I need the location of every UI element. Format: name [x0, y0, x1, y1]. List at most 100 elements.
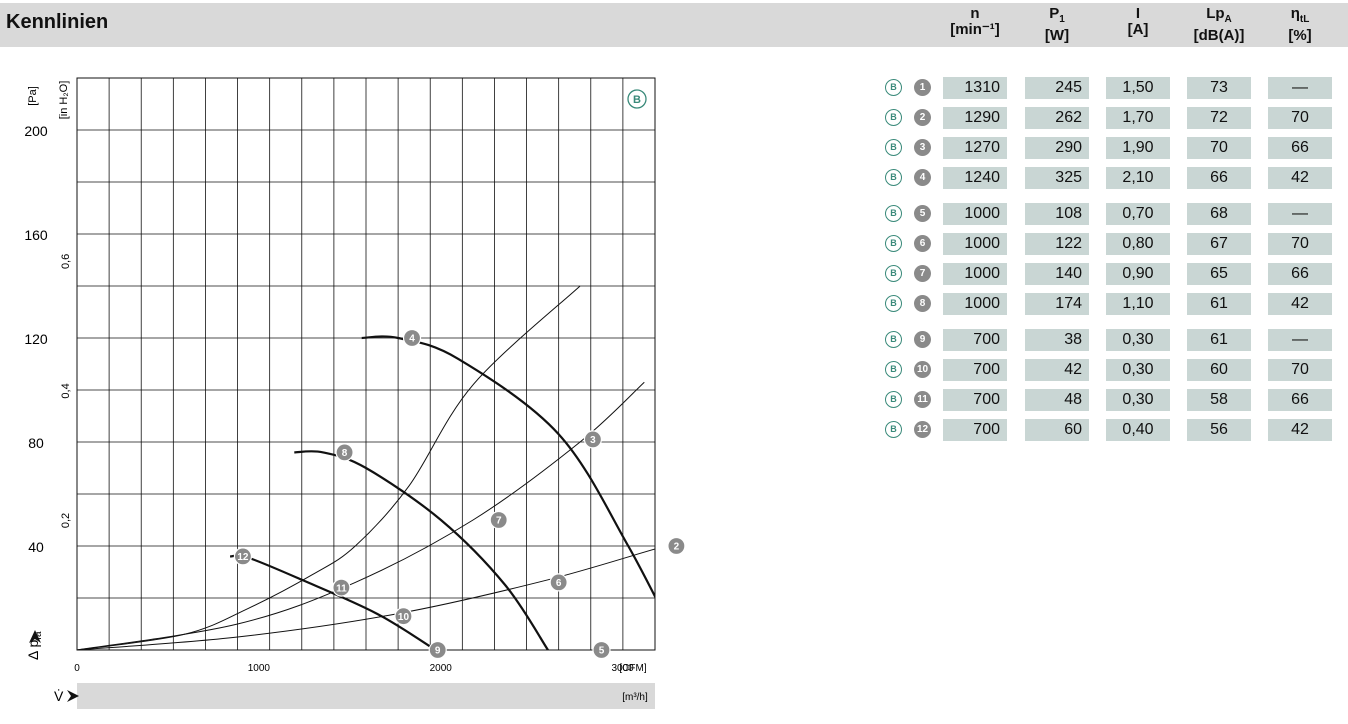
- curve-badge-icon: B: [885, 109, 902, 126]
- table-cell-lpa: 65: [1187, 263, 1251, 285]
- x-cfm-tick: 0: [74, 663, 80, 674]
- table-cell-n: 700: [943, 419, 1007, 441]
- point-number-badge: 7: [914, 265, 931, 282]
- table-cell-n: 700: [943, 329, 1007, 351]
- x-m3h-unit: [m³/h]: [622, 692, 648, 703]
- operating-point-11: 11: [332, 578, 351, 597]
- x-m3h-band: [77, 683, 655, 709]
- table-cell-n: 1240: [943, 167, 1007, 189]
- table-cell-p1: 140: [1025, 263, 1089, 285]
- column-symbol: n: [970, 5, 980, 22]
- table-cell-p1: 108: [1025, 203, 1089, 225]
- table-cell-eta: 42: [1268, 419, 1332, 441]
- point-number-badge: 4: [914, 169, 931, 186]
- system-curve: [77, 548, 655, 650]
- column-header-0: n [min⁻¹]: [937, 6, 1013, 38]
- table-cell-lpa: 70: [1187, 137, 1251, 159]
- curve-badge-label: B: [633, 94, 641, 106]
- column-symbol: I: [1135, 5, 1141, 22]
- operating-point-2: 2: [667, 536, 686, 556]
- table-cell-p1: 245: [1025, 77, 1089, 99]
- curve-badge-icon: B: [885, 331, 902, 348]
- table-cell-p1: 122: [1025, 233, 1089, 255]
- column-symbol: LpA: [1206, 5, 1232, 26]
- table-cell-n: 1000: [943, 233, 1007, 255]
- point-number-badge: 3: [914, 139, 931, 156]
- operating-point-5: 5: [592, 640, 611, 660]
- table-cell-n: 1310: [943, 77, 1007, 99]
- table-cell-i: 0,80: [1106, 233, 1170, 255]
- table-cell-eta: 70: [1268, 233, 1332, 255]
- point-label: 3: [590, 435, 596, 446]
- operating-point-6: 6: [549, 573, 568, 592]
- curve-badge-icon: B: [885, 139, 902, 156]
- table-cell-lpa: 73: [1187, 77, 1251, 99]
- y-axis-symbol: Δ p: [25, 640, 41, 660]
- table-cell-i: 1,50: [1106, 77, 1170, 99]
- curves: [77, 285, 655, 650]
- table-cell-i: 1,90: [1106, 137, 1170, 159]
- curve-badge-icon: B: [885, 421, 902, 438]
- column-header-3: LpA [dB(A)]: [1181, 6, 1257, 44]
- point-number-badge: 6: [914, 235, 931, 252]
- operating-point-10: 10: [394, 607, 413, 626]
- column-unit: [dB(A)]: [1193, 27, 1245, 44]
- table-cell-eta: 42: [1268, 167, 1332, 189]
- curve-badge-icon: B: [885, 265, 902, 282]
- operating-point-12: 12: [233, 547, 253, 566]
- column-unit: [%]: [1288, 27, 1312, 44]
- column-unit: [min⁻¹]: [950, 21, 1000, 38]
- table-cell-p1: 42: [1025, 359, 1089, 381]
- table-cell-lpa: 72: [1187, 107, 1251, 129]
- y-pa-tick: 200: [24, 123, 48, 139]
- table-cell-n: 1000: [943, 263, 1007, 285]
- y-inh2o-tick: 0,6: [60, 254, 72, 269]
- y-pa-tick: 80: [28, 435, 44, 451]
- y-inh2o-unit: [in H₂O]: [58, 81, 70, 120]
- y-inh2o-tick: 0,2: [60, 513, 72, 528]
- point-label: 6: [556, 578, 562, 589]
- point-label: 7: [496, 516, 502, 527]
- table-cell-p1: 290: [1025, 137, 1089, 159]
- point-number-badge: 8: [914, 295, 931, 312]
- table-cell-eta: —: [1268, 203, 1332, 225]
- table-cell-lpa: 58: [1187, 389, 1251, 411]
- x-axis-symbol: V̇: [54, 688, 64, 704]
- table-cell-p1: 325: [1025, 167, 1089, 189]
- column-symbol: P1: [1049, 5, 1065, 26]
- point-label: 2: [674, 542, 680, 553]
- column-unit: [W]: [1044, 27, 1070, 44]
- point-label: 9: [435, 646, 441, 657]
- table-cell-i: 1,70: [1106, 107, 1170, 129]
- fan-curve: [361, 335, 655, 599]
- table-cell-eta: 70: [1268, 359, 1332, 381]
- y-axis-label: Δ pfa: [25, 630, 44, 660]
- point-number-badge: 5: [914, 205, 931, 222]
- table-cell-i: 0,30: [1106, 359, 1170, 381]
- table-cell-lpa: 68: [1187, 203, 1251, 225]
- point-label: 12: [237, 552, 249, 563]
- table-cell-lpa: 66: [1187, 167, 1251, 189]
- table-cell-n: 1290: [943, 107, 1007, 129]
- y-inh2o-tick: 0,4: [60, 383, 72, 398]
- table-cell-lpa: 61: [1187, 329, 1251, 351]
- table-cell-lpa: 67: [1187, 233, 1251, 255]
- table-cell-i: 0,90: [1106, 263, 1170, 285]
- curve-badge-icon: B: [885, 295, 902, 312]
- table-cell-lpa: 61: [1187, 293, 1251, 315]
- operating-point-8: 8: [335, 443, 354, 462]
- curve-badge-icon: B: [885, 79, 902, 96]
- table-cell-eta: 42: [1268, 293, 1332, 315]
- x-axis-label: V̇: [54, 688, 79, 704]
- grid-lines: [77, 78, 655, 650]
- table-cell-eta: —: [1268, 329, 1332, 351]
- x-cfm-tick: 1000: [248, 663, 271, 674]
- table-cell-lpa: 60: [1187, 359, 1251, 381]
- x-cfm-tick: 2000: [430, 663, 453, 674]
- point-number-badge: 12: [914, 421, 931, 438]
- table-cell-i: 0,70: [1106, 203, 1170, 225]
- point-number-badge: 2: [914, 109, 931, 126]
- column-unit: [A]: [1127, 21, 1149, 38]
- table-cell-n: 700: [943, 359, 1007, 381]
- point-label: 4: [409, 334, 415, 345]
